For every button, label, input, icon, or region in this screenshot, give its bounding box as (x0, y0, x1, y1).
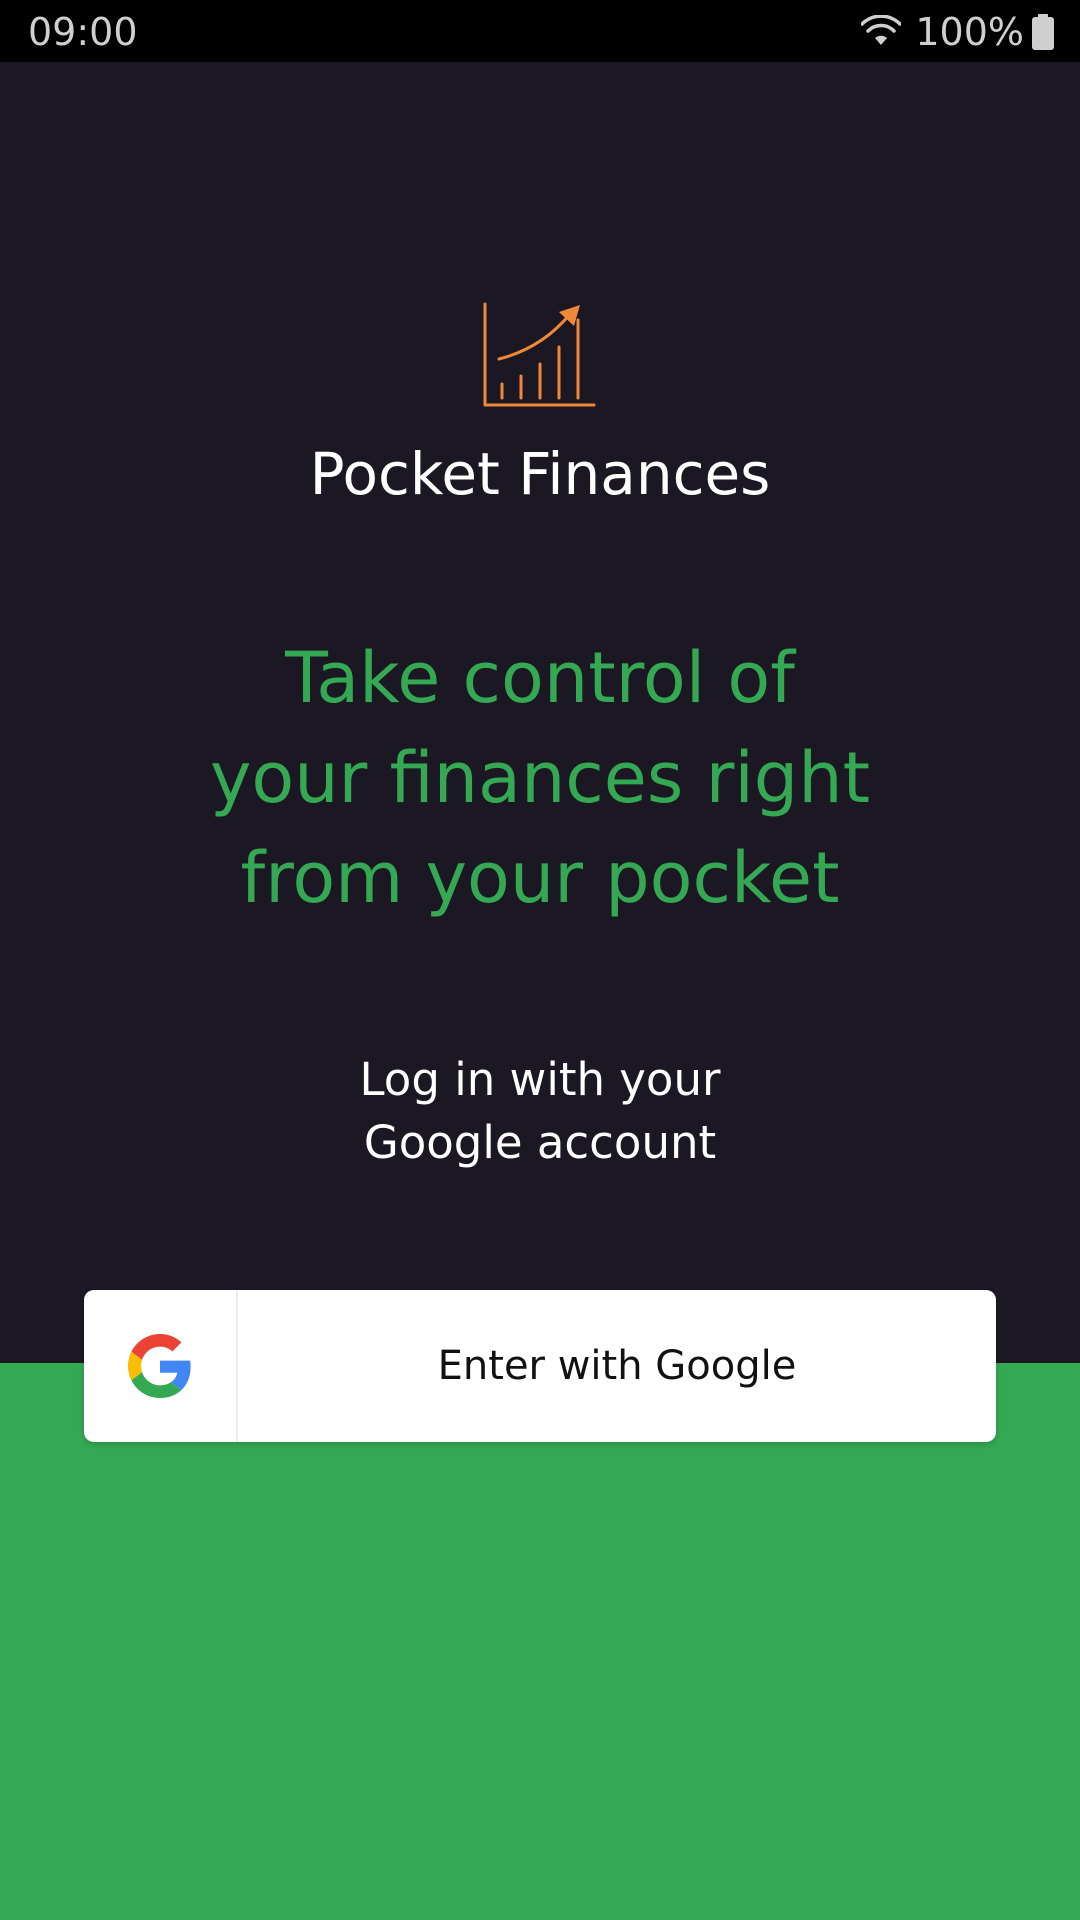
google-icon-container (84, 1290, 238, 1442)
wifi-icon (861, 15, 902, 45)
battery-icon (1032, 14, 1054, 50)
app-title: Pocket Finances (309, 440, 771, 508)
google-icon (128, 1334, 191, 1398)
status-time: 09:00 (28, 10, 138, 54)
login-screen: 09:00 100% Pocket Finances Take control … (0, 0, 1080, 1920)
battery-percentage: 100% (915, 10, 1024, 54)
tagline-line: from your pocket (240, 837, 840, 919)
green-footer-background (0, 1363, 1080, 1920)
tagline: Take control of your finances right from… (140, 628, 940, 928)
login-hint-line: Log in with your (359, 1053, 721, 1106)
google-button-label: Enter with Google (437, 1343, 797, 1389)
status-bar: 09:00 100% (0, 0, 1080, 62)
status-indicators: 100% (861, 10, 1054, 54)
growth-chart-icon (483, 302, 596, 407)
google-sign-in-button[interactable]: Enter with Google (84, 1290, 996, 1442)
tagline-line: Take control of (285, 637, 795, 719)
login-hint-line: Google account (363, 1116, 717, 1169)
login-hint: Log in with your Google account (240, 1048, 840, 1174)
tagline-line: your finances right (209, 737, 871, 819)
